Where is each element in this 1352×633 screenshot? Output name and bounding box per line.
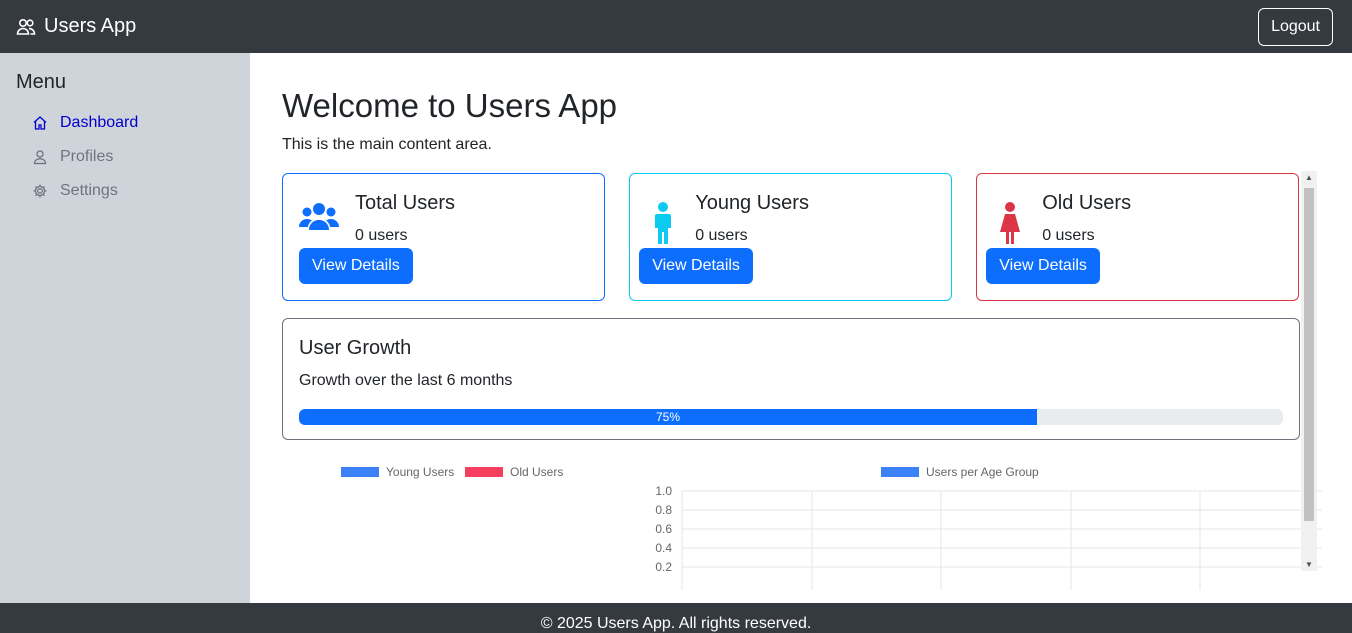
y-tick-label: 0.4 [655,541,672,555]
legend-label: Young Users [386,465,455,480]
users-group-icon [299,202,339,250]
users-icon [16,18,36,35]
logout-button[interactable]: Logout [1258,7,1333,46]
sidebar-item-label: Dashboard [60,114,139,131]
view-details-button[interactable]: View Details [986,248,1100,285]
card-body: Young Users 0 users View Details [639,190,935,285]
legend-young-users[interactable]: Young Users [341,465,454,479]
scroll-up-icon[interactable]: ▲ [1305,173,1313,182]
legend-users-per-age-group[interactable]: Users per Age Group [881,465,1039,479]
legend-label: Users per Age Group [926,465,1039,480]
card-title: Young Users [695,192,809,215]
page-title: Welcome to Users App [282,87,618,124]
card-title: Old Users [1042,192,1132,215]
legend-old-users[interactable]: Old Users [465,465,563,479]
page-subtitle: This is the main content area. [282,136,492,154]
sidebar-item-label: Settings [60,182,118,199]
view-details-button[interactable]: View Details [639,248,753,285]
young-users-card: Young Users 0 users View Details [629,173,952,302]
card-count: 0 users [695,227,748,245]
user-growth-card: User Growth Growth over the last 6 month… [282,318,1300,441]
sidebar-item-dashboard[interactable]: Dashboard [16,106,234,140]
legend-swatch [465,467,503,478]
y-tick-label: 0.8 [655,503,672,517]
y-tick-label: 0.6 [655,522,672,536]
sidebar-heading: Menu [16,71,67,93]
legend-label: Old Users [510,465,564,480]
footer: © 2025 Users App. All rights reserved. [0,603,1352,633]
top-navbar: Users App Logout [0,0,1352,53]
brand[interactable]: Users App [16,15,136,38]
legend-swatch [341,467,379,478]
stat-cards: Total Users 0 users View Details Young U… [282,173,1300,302]
sidebar-item-label: Profiles [60,148,114,165]
card-body: Total Users 0 users View Details [299,190,588,285]
female-icon [993,202,1026,250]
charts-area: Young Users Old Users Users per Age Grou… [282,460,1322,591]
total-users-card: Total Users 0 users View Details [282,173,605,302]
male-icon [646,202,679,250]
footer-text: © 2025 Users App. All rights reserved. [540,615,812,632]
card-count: 0 users [355,227,408,245]
sidebar-item-settings[interactable]: Settings [16,174,234,208]
progress-bar: 75% [299,409,1037,426]
card-count: 0 users [1042,227,1095,245]
card-body: Old Users 0 users View Details [986,190,1282,285]
card-title: Total Users [355,192,456,215]
scroll-down-icon[interactable]: ▼ [1305,560,1313,569]
y-tick-label: 0.2 [655,560,672,574]
content-scrollbar[interactable]: ▲ ▼ [1301,171,1317,571]
person-icon [33,150,47,165]
main-content: Welcome to Users App This is the main co… [250,53,1352,603]
gear-icon [33,184,47,198]
home-icon [33,116,47,130]
scrollbar-thumb[interactable] [1304,188,1314,521]
view-details-button[interactable]: View Details [299,248,413,285]
growth-description: Growth over the last 6 months [299,372,513,390]
sidebar: Menu Dashboard Profiles Settings [0,53,250,603]
growth-progress: 75% [299,409,1283,426]
growth-title: User Growth [299,337,412,360]
old-users-card: Old Users 0 users View Details [976,173,1299,302]
sidebar-item-profiles[interactable]: Profiles [16,140,234,174]
bar-chart: 1.0 0.8 0.6 0.4 0.2 [655,484,1322,591]
y-tick-label: 1.0 [655,484,672,498]
brand-title: Users App [44,15,137,37]
legend-swatch [881,467,919,478]
